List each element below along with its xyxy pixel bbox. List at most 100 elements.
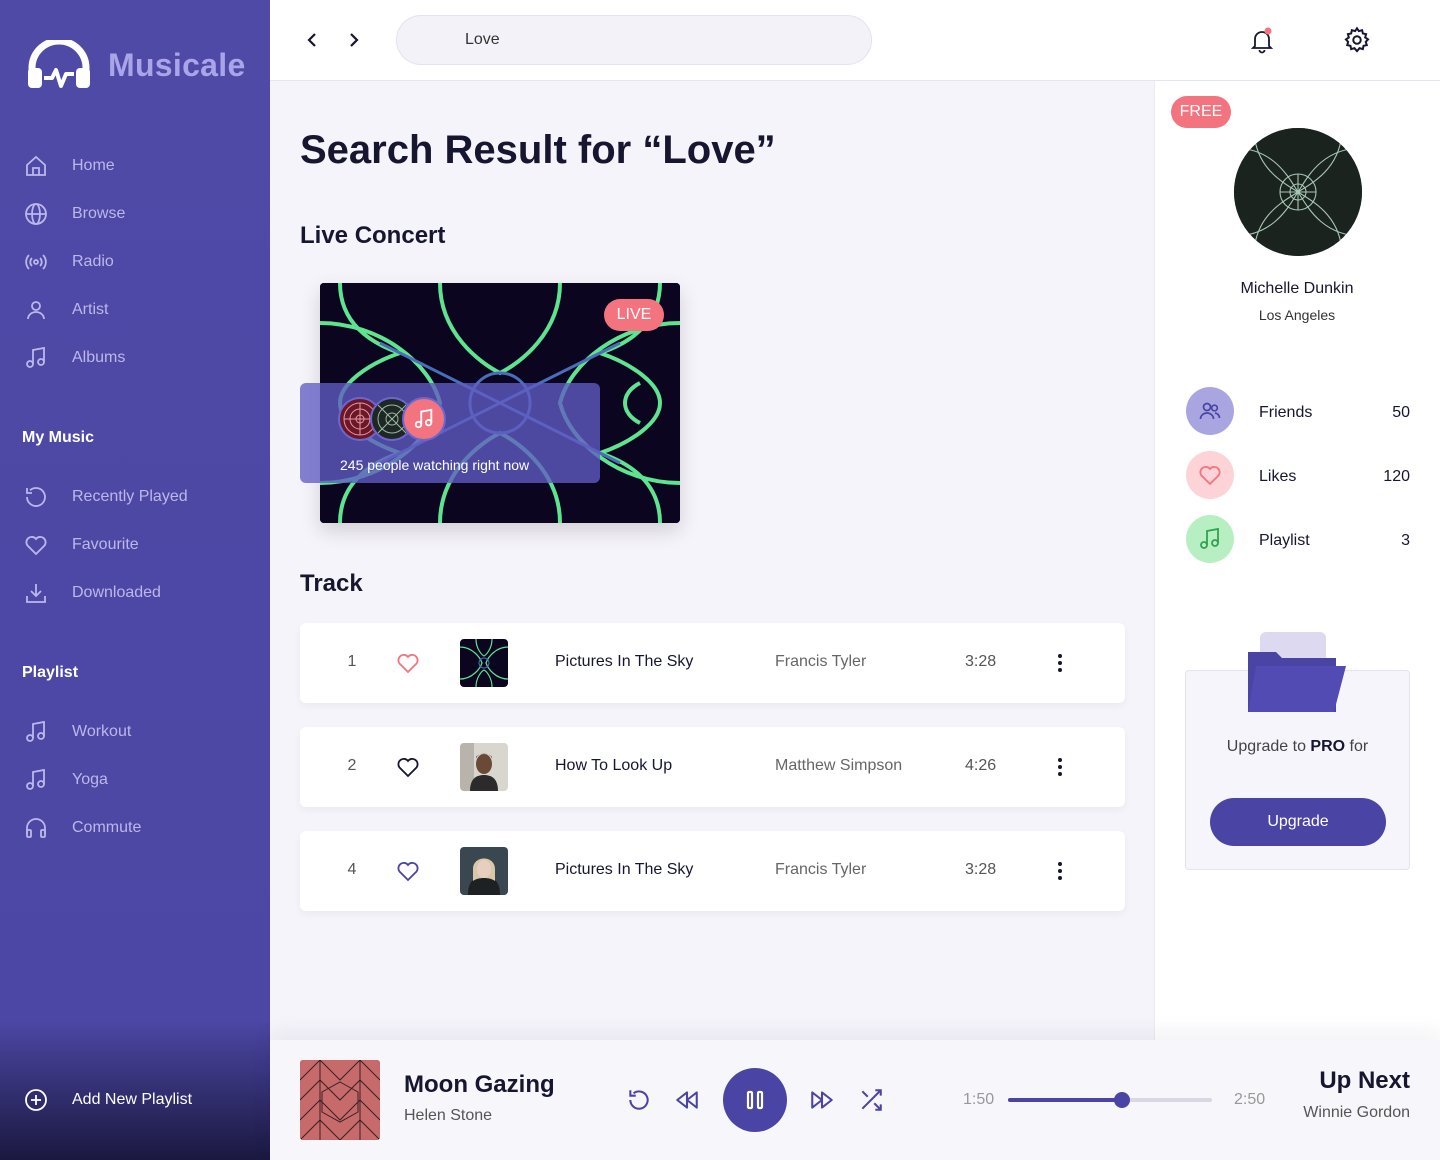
sidebar-item-workout[interactable]: Workout	[24, 718, 131, 746]
heart-icon	[1199, 466, 1221, 486]
track-duration: 3:28	[965, 653, 997, 670]
sidebar-item-label: Downloaded	[72, 584, 161, 601]
heart-icon	[397, 758, 419, 778]
stat-label: Likes	[1259, 468, 1297, 485]
sidebar-item-yoga[interactable]: Yoga	[24, 766, 108, 794]
playlist-heading: Playlist	[22, 664, 79, 681]
live-badge: LIVE	[604, 299, 664, 331]
radio-icon	[24, 250, 48, 274]
now-playing-title: Moon Gazing	[404, 1071, 555, 1098]
sidebar-item-label: Workout	[72, 723, 132, 740]
add-playlist-label: Add New Playlist	[72, 1091, 193, 1108]
sidebar-item-recently-played[interactable]: Recently Played	[24, 483, 188, 511]
sidebar-item-commute[interactable]: Commute	[24, 814, 141, 842]
more-vertical-icon	[1058, 862, 1062, 880]
fast-forward-button[interactable]	[808, 1086, 836, 1114]
like-button[interactable]	[396, 651, 420, 675]
stat-value: 50	[1392, 404, 1410, 421]
search-input[interactable]	[396, 15, 872, 65]
stat-value: 3	[1401, 532, 1410, 549]
likes-stat-badge[interactable]	[1186, 451, 1234, 499]
up-next-artist[interactable]: Winnie Gordon	[1303, 1104, 1410, 1122]
more-options-button[interactable]	[1050, 859, 1070, 883]
plus-circle-icon	[24, 1088, 48, 1112]
home-icon	[24, 154, 48, 178]
music-note-icon	[1200, 527, 1219, 549]
track-number: 1	[347, 653, 357, 670]
total-time: 2:50	[1234, 1091, 1266, 1108]
track-number: 4	[347, 861, 357, 878]
more-options-button[interactable]	[1050, 755, 1070, 779]
back-button[interactable]	[300, 28, 324, 52]
app-logo[interactable]: Musicale	[26, 40, 246, 90]
rewind-button[interactable]	[673, 1086, 701, 1114]
music-note-icon	[24, 346, 48, 370]
notifications-button[interactable]	[1248, 26, 1276, 54]
track-number: 2	[347, 757, 357, 774]
track-row[interactable]: 2 How To Look Up Matthew Simpson 4:26	[300, 727, 1125, 807]
pause-button[interactable]	[723, 1068, 787, 1132]
track-duration: 3:28	[965, 861, 997, 878]
more-vertical-icon	[1058, 758, 1062, 776]
elapsed-time: 1:50	[963, 1091, 995, 1108]
up-next-label: Up Next	[1319, 1067, 1410, 1094]
profile-name: Michelle Dunkin	[1240, 280, 1354, 297]
sidebar-item-label: Yoga	[72, 771, 108, 788]
track-artist[interactable]: Matthew Simpson	[775, 757, 902, 775]
rewind-icon	[676, 1091, 698, 1109]
chevron-right-icon	[350, 33, 359, 47]
more-vertical-icon	[1058, 654, 1062, 672]
sidebar-item-home[interactable]: Home	[24, 152, 115, 180]
sidebar-item-albums[interactable]: Albums	[24, 344, 125, 372]
shuffle-button[interactable]	[857, 1086, 885, 1114]
history-icon	[24, 485, 48, 509]
track-row[interactable]: 4 Pictures In The Sky Francis Tyler 3:28	[300, 831, 1125, 911]
more-options-button[interactable]	[1050, 651, 1070, 675]
sidebar-item-label: Albums	[72, 349, 126, 366]
page-title: Search Result for “Love”	[300, 128, 776, 172]
track-title[interactable]: Pictures In The Sky	[555, 653, 693, 671]
track-thumbnail	[460, 743, 508, 791]
track-title[interactable]: How To Look Up	[555, 757, 672, 775]
friends-stat-badge[interactable]	[1186, 387, 1234, 435]
my-music-heading: My Music	[22, 429, 95, 446]
fast-forward-icon	[811, 1091, 833, 1109]
sidebar-item-label: Radio	[72, 253, 114, 270]
track-artist[interactable]: Francis Tyler	[775, 653, 866, 671]
like-button[interactable]	[396, 755, 420, 779]
repeat-icon	[629, 1090, 649, 1110]
sidebar-item-radio[interactable]: Radio	[24, 248, 114, 276]
profile-avatar[interactable]	[1234, 128, 1362, 256]
headphones-pulse-logo-icon	[28, 40, 90, 88]
user-icon	[24, 298, 48, 322]
track-title[interactable]: Pictures In The Sky	[555, 861, 693, 879]
track-row[interactable]: 1 Pictures In The Sky Francis Tyler 3:28	[300, 623, 1125, 703]
add-new-playlist-button[interactable]: Add New Playlist	[24, 1086, 192, 1114]
stat-label: Playlist	[1259, 532, 1310, 549]
sidebar-item-label: Home	[72, 157, 115, 174]
like-button[interactable]	[396, 859, 420, 883]
gear-icon	[1344, 26, 1370, 53]
upgrade-button[interactable]: Upgrade	[1210, 798, 1386, 846]
friends-icon	[1199, 402, 1221, 420]
chevron-left-icon	[307, 33, 316, 47]
playlist-stat-badge[interactable]	[1186, 515, 1234, 563]
music-note-icon	[24, 720, 48, 744]
upgrade-text: Upgrade to PRO for	[1226, 738, 1369, 755]
progress-slider[interactable]	[1008, 1092, 1212, 1108]
track-duration: 4:26	[965, 757, 997, 774]
forward-button[interactable]	[342, 28, 366, 52]
headphones-icon	[24, 816, 48, 840]
sidebar-item-label: Browse	[72, 205, 126, 222]
sidebar-item-browse[interactable]: Browse	[24, 200, 125, 228]
sidebar-item-favourite[interactable]: Favourite	[24, 531, 139, 559]
settings-button[interactable]	[1343, 26, 1371, 54]
sidebar-item-downloaded[interactable]: Downloaded	[24, 579, 161, 607]
repeat-button[interactable]	[625, 1086, 653, 1114]
sidebar-item-artist[interactable]: Artist	[24, 296, 108, 324]
now-playing-artwork[interactable]	[300, 1060, 380, 1140]
now-playing-artist: Helen Stone	[404, 1107, 493, 1124]
track-artist[interactable]: Francis Tyler	[775, 861, 866, 879]
sidebar-item-label: Artist	[72, 301, 109, 318]
track-thumbnail	[460, 639, 508, 687]
